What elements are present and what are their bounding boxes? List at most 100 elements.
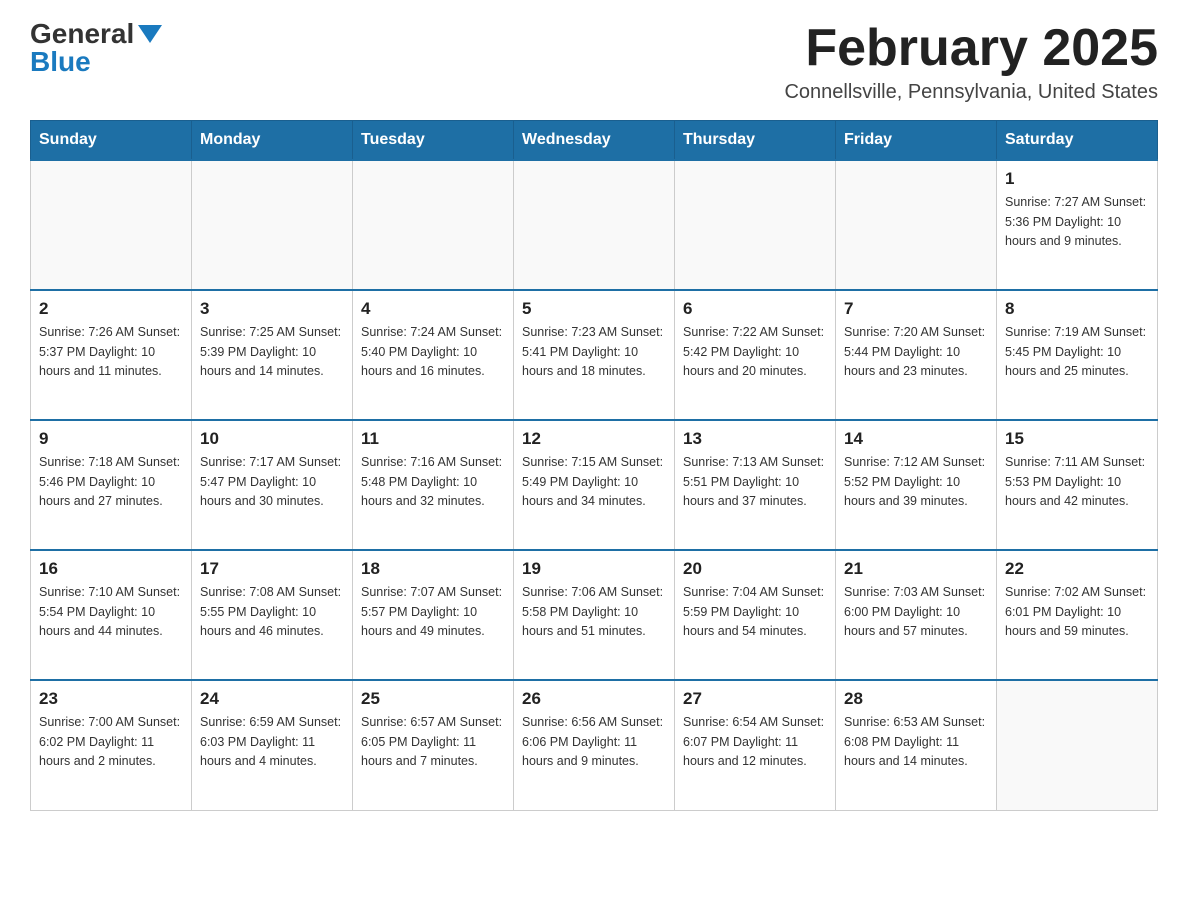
calendar-cell: 22 Sunrise: 7:02 AM Sunset: 6:01 PM Dayli… <box>997 550 1158 680</box>
day-info: Sunrise: 7:13 AM Sunset: 5:51 PM Dayligh… <box>683 453 827 511</box>
day-number: 13 <box>683 429 827 449</box>
calendar-cell: 7 Sunrise: 7:20 AM Sunset: 5:44 PM Daylig… <box>836 290 997 420</box>
day-info: Sunrise: 7:22 AM Sunset: 5:42 PM Dayligh… <box>683 323 827 381</box>
day-info: Sunrise: 7:04 AM Sunset: 5:59 PM Dayligh… <box>683 583 827 641</box>
day-number: 21 <box>844 559 988 579</box>
day-info: Sunrise: 7:12 AM Sunset: 5:52 PM Dayligh… <box>844 453 988 511</box>
week-row-3: 9Sunrise: 7:18 AM Sunset: 5:46 PM Daylig… <box>31 420 1158 550</box>
calendar-cell: 18Sunrise: 7:07 AM Sunset: 5:57 PM Dayli… <box>353 550 514 680</box>
day-info: Sunrise: 7:25 AM Sunset: 5:39 PM Dayligh… <box>200 323 344 381</box>
day-info: Sunrise: 7:24 AM Sunset: 5:40 PM Dayligh… <box>361 323 505 381</box>
week-row-1: 1 Sunrise: 7:27 AM Sunset: 5:36 PM Daylig… <box>31 160 1158 290</box>
calendar-cell: 28 Sunrise: 6:53 AM Sunset: 6:08 PM Dayli… <box>836 680 997 810</box>
logo-triangle-icon <box>138 25 162 43</box>
day-header-thursday: Thursday <box>675 121 836 161</box>
day-number: 3 <box>200 299 344 319</box>
day-number: 12 <box>522 429 666 449</box>
day-info: Sunrise: 6:53 AM Sunset: 6:08 PM Dayligh… <box>844 713 988 771</box>
day-info: Sunrise: 6:56 AM Sunset: 6:06 PM Dayligh… <box>522 713 666 771</box>
calendar-cell: 23 Sunrise: 7:00 AM Sunset: 6:02 PM Dayli… <box>31 680 192 810</box>
calendar-cell: 8 Sunrise: 7:19 AM Sunset: 5:45 PM Daylig… <box>997 290 1158 420</box>
calendar-cell: 3 Sunrise: 7:25 AM Sunset: 5:39 PM Daylig… <box>192 290 353 420</box>
page-header: General Blue February 2025 Connellsville… <box>30 20 1158 104</box>
calendar-cell: 17 Sunrise: 7:08 AM Sunset: 5:55 PM Dayli… <box>192 550 353 680</box>
day-number: 2 <box>39 299 183 319</box>
day-header-wednesday: Wednesday <box>514 121 675 161</box>
day-header-sunday: Sunday <box>31 121 192 161</box>
calendar-table: SundayMondayTuesdayWednesdayThursdayFrid… <box>30 120 1158 811</box>
calendar-cell: 11 Sunrise: 7:16 AM Sunset: 5:48 PM Dayli… <box>353 420 514 550</box>
day-number: 14 <box>844 429 988 449</box>
calendar-cell: 2 Sunrise: 7:26 AM Sunset: 5:37 PM Daylig… <box>31 290 192 420</box>
day-number: 25 <box>361 689 505 709</box>
day-number: 7 <box>844 299 988 319</box>
day-info: Sunrise: 7:06 AM Sunset: 5:58 PM Dayligh… <box>522 583 666 641</box>
day-info: Sunrise: 7:15 AM Sunset: 5:49 PM Dayligh… <box>522 453 666 511</box>
day-number: 5 <box>522 299 666 319</box>
day-header-tuesday: Tuesday <box>353 121 514 161</box>
calendar-cell <box>514 160 675 290</box>
calendar-cell <box>192 160 353 290</box>
day-info: Sunrise: 6:57 AM Sunset: 6:05 PM Dayligh… <box>361 713 505 771</box>
day-info: Sunrise: 7:16 AM Sunset: 5:48 PM Dayligh… <box>361 453 505 511</box>
day-info: Sunrise: 7:00 AM Sunset: 6:02 PM Dayligh… <box>39 713 183 771</box>
day-number: 18 <box>361 559 505 579</box>
calendar-cell: 27 Sunrise: 6:54 AM Sunset: 6:07 PM Dayli… <box>675 680 836 810</box>
day-number: 22 <box>1005 559 1149 579</box>
day-info: Sunrise: 7:18 AM Sunset: 5:46 PM Dayligh… <box>39 453 183 511</box>
day-info: Sunrise: 7:10 AM Sunset: 5:54 PM Dayligh… <box>39 583 183 641</box>
day-number: 20 <box>683 559 827 579</box>
day-info: Sunrise: 7:19 AM Sunset: 5:45 PM Dayligh… <box>1005 323 1149 381</box>
calendar-cell: 21Sunrise: 7:03 AM Sunset: 6:00 PM Dayli… <box>836 550 997 680</box>
day-number: 28 <box>844 689 988 709</box>
day-number: 11 <box>361 429 505 449</box>
day-info: Sunrise: 7:27 AM Sunset: 5:36 PM Dayligh… <box>1005 193 1149 251</box>
week-row-5: 23 Sunrise: 7:00 AM Sunset: 6:02 PM Dayli… <box>31 680 1158 810</box>
day-info: Sunrise: 7:11 AM Sunset: 5:53 PM Dayligh… <box>1005 453 1149 511</box>
calendar-cell: 20 Sunrise: 7:04 AM Sunset: 5:59 PM Dayli… <box>675 550 836 680</box>
calendar-cell <box>353 160 514 290</box>
logo-general: General <box>30 20 134 48</box>
calendar-cell: 4 Sunrise: 7:24 AM Sunset: 5:40 PM Daylig… <box>353 290 514 420</box>
day-number: 24 <box>200 689 344 709</box>
calendar-subtitle: Connellsville, Pennsylvania, United Stat… <box>784 81 1158 104</box>
calendar-cell: 13 Sunrise: 7:13 AM Sunset: 5:51 PM Dayli… <box>675 420 836 550</box>
day-info: Sunrise: 7:20 AM Sunset: 5:44 PM Dayligh… <box>844 323 988 381</box>
day-number: 23 <box>39 689 183 709</box>
calendar-cell: 5Sunrise: 7:23 AM Sunset: 5:41 PM Daylig… <box>514 290 675 420</box>
calendar-cell: 12 Sunrise: 7:15 AM Sunset: 5:49 PM Dayli… <box>514 420 675 550</box>
week-row-4: 16 Sunrise: 7:10 AM Sunset: 5:54 PM Dayli… <box>31 550 1158 680</box>
day-info: Sunrise: 7:17 AM Sunset: 5:47 PM Dayligh… <box>200 453 344 511</box>
calendar-cell: 26 Sunrise: 6:56 AM Sunset: 6:06 PM Dayli… <box>514 680 675 810</box>
day-number: 1 <box>1005 169 1149 189</box>
day-number: 27 <box>683 689 827 709</box>
day-info: Sunrise: 6:59 AM Sunset: 6:03 PM Dayligh… <box>200 713 344 771</box>
day-header-saturday: Saturday <box>997 121 1158 161</box>
day-header-monday: Monday <box>192 121 353 161</box>
calendar-cell: 10 Sunrise: 7:17 AM Sunset: 5:47 PM Dayli… <box>192 420 353 550</box>
calendar-cell: 15 Sunrise: 7:11 AM Sunset: 5:53 PM Dayli… <box>997 420 1158 550</box>
day-number: 17 <box>200 559 344 579</box>
day-header-friday: Friday <box>836 121 997 161</box>
day-number: 10 <box>200 429 344 449</box>
logo-blue: Blue <box>30 46 91 77</box>
day-number: 4 <box>361 299 505 319</box>
day-info: Sunrise: 6:54 AM Sunset: 6:07 PM Dayligh… <box>683 713 827 771</box>
day-info: Sunrise: 7:02 AM Sunset: 6:01 PM Dayligh… <box>1005 583 1149 641</box>
day-number: 16 <box>39 559 183 579</box>
day-headers-row: SundayMondayTuesdayWednesdayThursdayFrid… <box>31 121 1158 161</box>
logo: General Blue <box>30 20 162 76</box>
day-number: 26 <box>522 689 666 709</box>
calendar-cell <box>997 680 1158 810</box>
calendar-cell <box>836 160 997 290</box>
day-number: 6 <box>683 299 827 319</box>
day-info: Sunrise: 7:26 AM Sunset: 5:37 PM Dayligh… <box>39 323 183 381</box>
title-area: February 2025 Connellsville, Pennsylvani… <box>784 20 1158 104</box>
day-number: 15 <box>1005 429 1149 449</box>
calendar-title: February 2025 <box>784 20 1158 77</box>
day-info: Sunrise: 7:08 AM Sunset: 5:55 PM Dayligh… <box>200 583 344 641</box>
calendar-cell: 9Sunrise: 7:18 AM Sunset: 5:46 PM Daylig… <box>31 420 192 550</box>
day-number: 8 <box>1005 299 1149 319</box>
day-number: 19 <box>522 559 666 579</box>
calendar-cell: 14 Sunrise: 7:12 AM Sunset: 5:52 PM Dayli… <box>836 420 997 550</box>
